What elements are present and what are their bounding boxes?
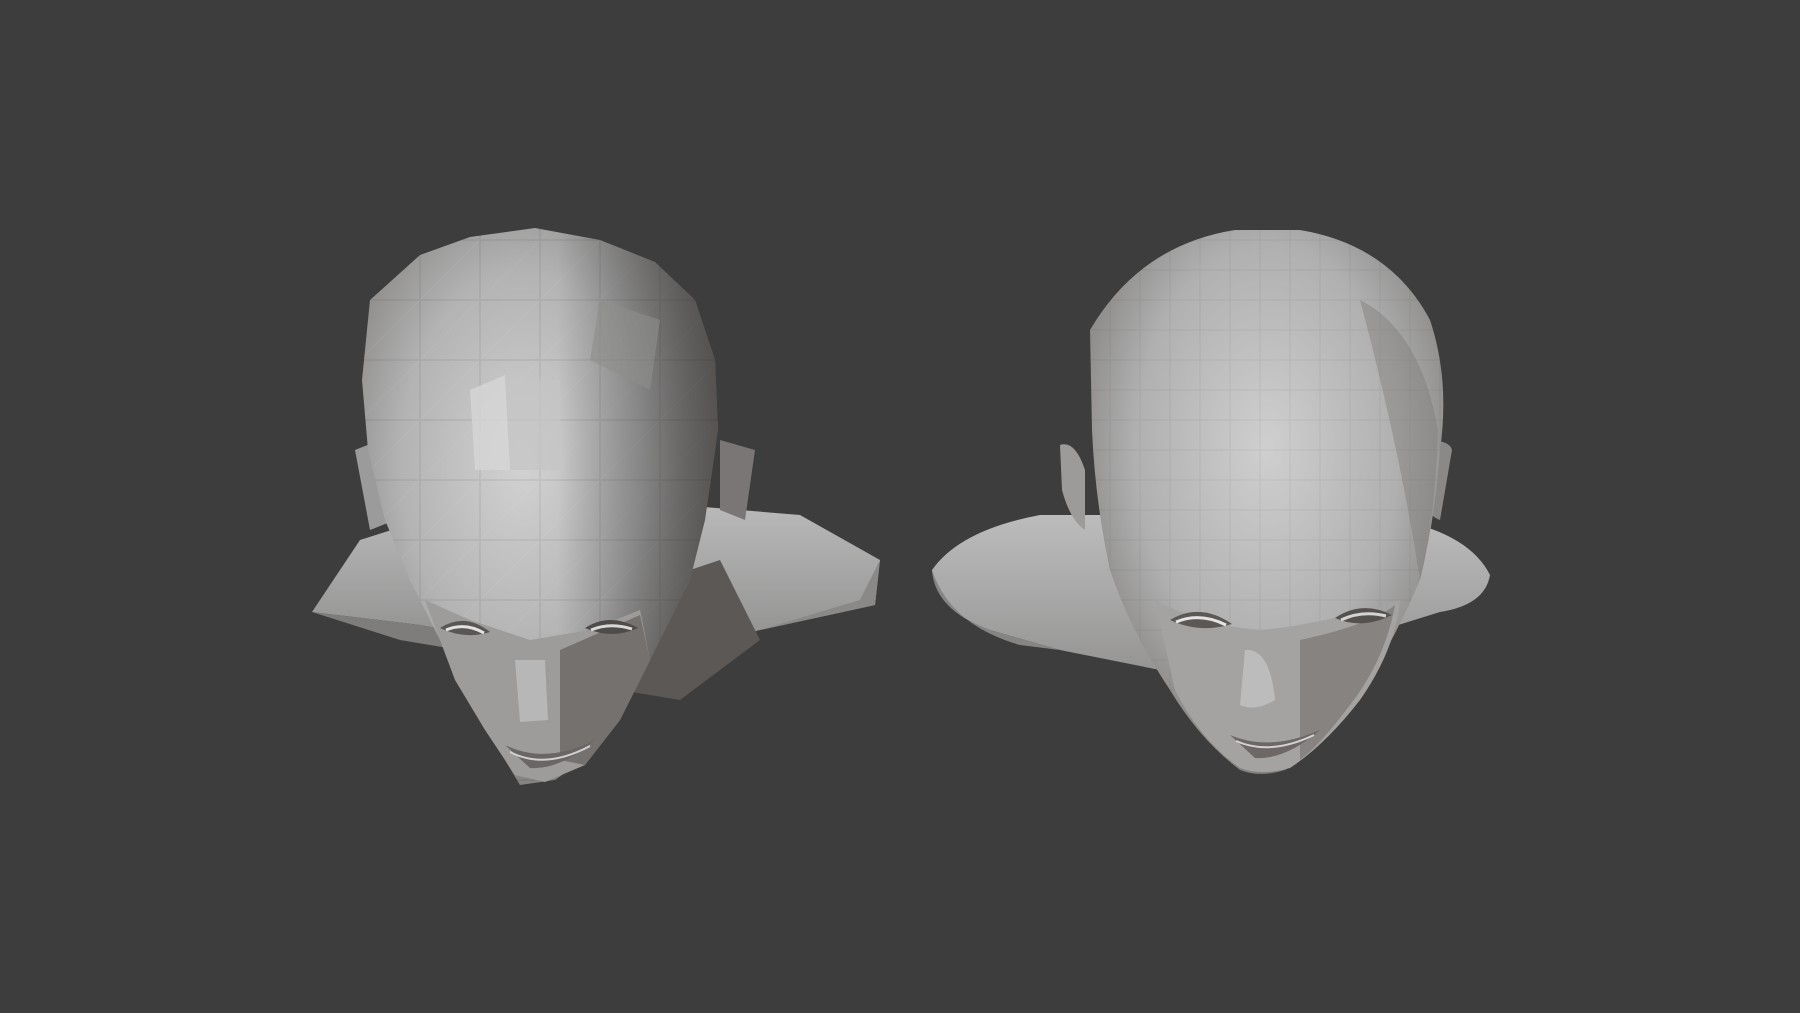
viewport-scene	[312, 228, 1490, 785]
3d-viewport[interactable]	[0, 0, 1800, 1013]
smoothed-head-model[interactable]	[932, 230, 1490, 774]
low-poly-head-model[interactable]	[312, 228, 880, 785]
left-model-ear-right	[720, 440, 755, 520]
